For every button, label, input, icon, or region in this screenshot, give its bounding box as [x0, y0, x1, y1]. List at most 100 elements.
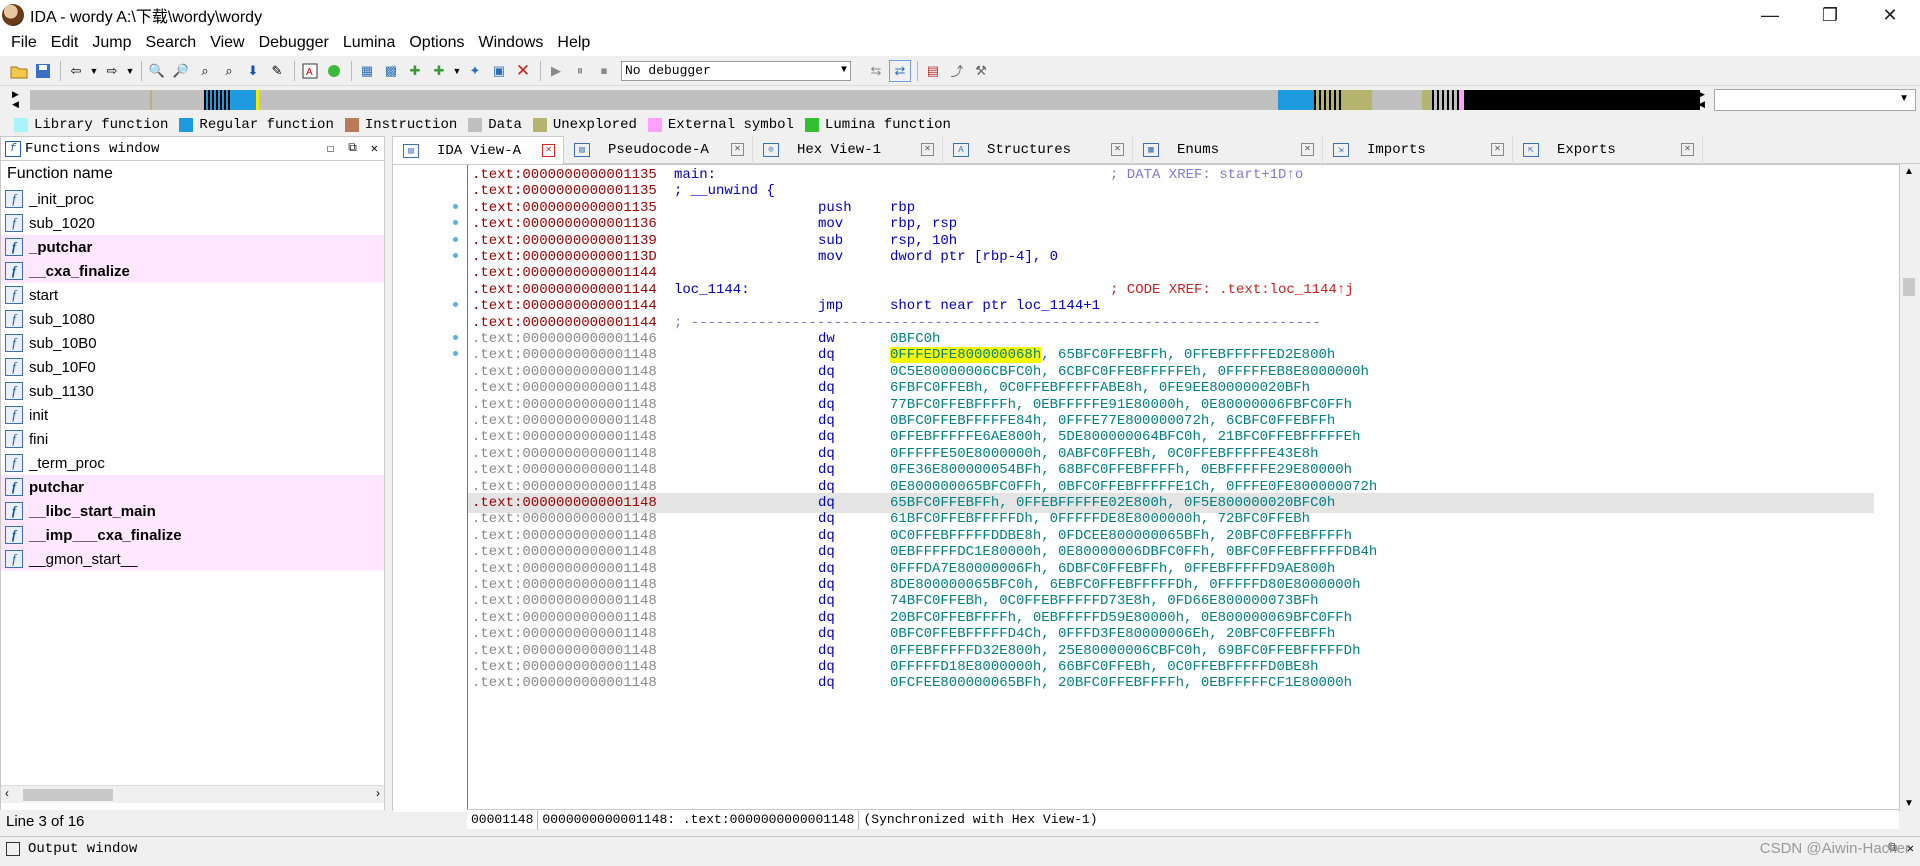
nav-strip[interactable]: [30, 90, 1700, 110]
trace-icon[interactable]: ⤴: [946, 60, 968, 82]
patch-icon[interactable]: ▣: [488, 60, 510, 82]
function-list-item[interactable]: f __imp___cxa_finalize: [1, 523, 384, 547]
tab-imports[interactable]: ⇲ Imports ✕: [1323, 136, 1513, 164]
highlighted-operand[interactable]: 0FFFEDFE800000068h: [890, 347, 1042, 363]
breakpoint-list-icon[interactable]: ▤: [922, 60, 944, 82]
back-arrow-icon[interactable]: ⇦: [65, 60, 87, 82]
open-file-icon[interactable]: [8, 60, 30, 82]
disassembly-listing[interactable]: .text:0000000000001135 main:; DATA XREF: …: [467, 165, 1874, 812]
search-binary-icon[interactable]: 🔍: [146, 60, 168, 82]
disasm-line[interactable]: .text:0000000000001148 dq 0FCFEE800000065B…: [468, 673, 1874, 693]
back-dropdown-icon[interactable]: ▼: [89, 60, 99, 82]
menu-search[interactable]: Search: [138, 34, 203, 52]
search-next-icon[interactable]: ⌕: [194, 60, 216, 82]
close-tab-icon[interactable]: ✕: [1301, 143, 1314, 156]
function-list-item[interactable]: f sub_10F0: [1, 355, 384, 379]
function-list-item[interactable]: f sub_1080: [1, 307, 384, 331]
tools-icon[interactable]: ⚒: [970, 60, 992, 82]
add-function-icon[interactable]: ✚: [404, 60, 426, 82]
function-list-item[interactable]: f _init_proc: [1, 187, 384, 211]
search-text-icon[interactable]: 🔎: [170, 60, 192, 82]
function-dropdown-icon[interactable]: ▼: [452, 60, 462, 82]
tab-hex-view-1[interactable]: ⊙ Hex View-1 ✕: [753, 136, 943, 164]
sync-icon[interactable]: ⇄: [889, 59, 911, 82]
menu-debugger[interactable]: Debugger: [252, 34, 336, 52]
edit-function-icon[interactable]: ✚: [428, 60, 450, 82]
run-green-icon[interactable]: [323, 60, 345, 82]
close-tab-icon[interactable]: ✕: [731, 143, 744, 156]
start-debugger-icon[interactable]: ▶: [545, 60, 567, 82]
vertical-scrollbar[interactable]: ▲ ▼: [1900, 164, 1918, 811]
close-tab-icon[interactable]: ✕: [921, 143, 934, 156]
minimize-button[interactable]: —: [1740, 0, 1800, 30]
scroll-right-icon[interactable]: ›: [376, 786, 380, 800]
breakpoint-dot-icon[interactable]: [453, 335, 458, 340]
nav-right-arrow-icon[interactable]: ▶ ◀: [1698, 89, 1705, 109]
breakpoint-dot-icon[interactable]: [453, 351, 458, 356]
close-panel-icon[interactable]: ✕: [371, 141, 378, 156]
nav-segment-select[interactable]: ▼: [1714, 89, 1916, 111]
function-list-item[interactable]: f _putchar: [1, 235, 384, 259]
restore-button[interactable]: ❐: [1800, 0, 1860, 30]
search-immediate-icon[interactable]: ⌕: [218, 60, 240, 82]
tab-ida-view-a[interactable]: ▤ IDA View-A ✕: [392, 136, 564, 164]
function-calls-icon[interactable]: ▩: [380, 60, 402, 82]
close-tab-icon[interactable]: ✕: [1681, 143, 1694, 156]
tab-pseudocode-a[interactable]: ▤ Pseudocode-A ✕: [564, 136, 753, 164]
mark-position-icon[interactable]: ✎: [266, 60, 288, 82]
scroll-thumb[interactable]: [1903, 278, 1915, 296]
close-tab-icon[interactable]: ✕: [1491, 143, 1504, 156]
close-tab-icon[interactable]: ✕: [1111, 143, 1124, 156]
forward-dropdown-icon[interactable]: ▼: [125, 60, 135, 82]
nav-left-arrow-icon[interactable]: ▶ ◀: [12, 89, 19, 109]
maximize-panel-icon[interactable]: ☐: [327, 141, 334, 156]
menu-lumina[interactable]: Lumina: [336, 34, 402, 52]
menu-view[interactable]: View: [203, 34, 251, 52]
function-list-item[interactable]: f fini: [1, 427, 384, 451]
function-list-item[interactable]: f sub_10B0: [1, 331, 384, 355]
function-list-item[interactable]: f sub_1020: [1, 211, 384, 235]
function-list-item[interactable]: f sub_1130: [1, 379, 384, 403]
tab-structures[interactable]: A Structures ✕: [943, 136, 1133, 164]
breakpoint-dot-icon[interactable]: [453, 302, 458, 307]
breakpoint-dot-icon[interactable]: [453, 204, 458, 209]
graph-view-icon[interactable]: ▦: [356, 60, 378, 82]
horizontal-scrollbar[interactable]: ‹ ›: [1, 785, 384, 803]
text-view-icon[interactable]: A: [299, 60, 321, 82]
menu-windows[interactable]: Windows: [471, 34, 550, 52]
pause-debugger-icon[interactable]: ⏸: [569, 60, 591, 82]
close-button[interactable]: ✕: [1860, 0, 1920, 30]
scroll-left-icon[interactable]: ‹: [5, 786, 9, 800]
function-list-item[interactable]: f init: [1, 403, 384, 427]
function-list-item[interactable]: f start: [1, 283, 384, 307]
menu-file[interactable]: File: [4, 34, 44, 52]
breakpoint-dot-icon[interactable]: [453, 237, 458, 242]
menu-options[interactable]: Options: [402, 34, 471, 52]
function-list-item[interactable]: f _term_proc: [1, 451, 384, 475]
operands[interactable]: 0FCFEE800000065BFh, 20BFC0FFEBFFFFh, 0EB…: [890, 673, 1352, 693]
float-panel-icon[interactable]: ⧉: [348, 141, 357, 156]
stop-debugger-icon[interactable]: ⏹: [593, 60, 615, 82]
scroll-up-icon[interactable]: ▲: [1904, 166, 1914, 177]
attach-process-icon[interactable]: ⇆: [865, 60, 887, 82]
menu-edit[interactable]: Edit: [44, 34, 86, 52]
scroll-thumb[interactable]: [23, 789, 113, 801]
function-list-item[interactable]: f putchar: [1, 475, 384, 499]
disassembly-view[interactable]: .text:0000000000001135 main:; DATA XREF: …: [392, 164, 1900, 812]
tab-enums[interactable]: ▦ Enums ✕: [1133, 136, 1323, 164]
function-list-item[interactable]: f __gmon_start__: [1, 547, 384, 571]
save-icon[interactable]: [32, 60, 54, 82]
function-list-item[interactable]: f __libc_start_main: [1, 499, 384, 523]
close-tab-icon[interactable]: ✕: [542, 144, 555, 157]
tab-exports[interactable]: ⇱ Exports ✕: [1513, 136, 1703, 164]
output-window[interactable]: Output window ⧉ ✕: [0, 836, 1920, 860]
breakpoint-dot-icon[interactable]: [453, 220, 458, 225]
function-list-item[interactable]: f __cxa_finalize: [1, 259, 384, 283]
scroll-down-icon[interactable]: ▼: [1904, 798, 1914, 809]
breakpoint-dot-icon[interactable]: [453, 253, 458, 258]
forward-arrow-icon[interactable]: ⇨: [101, 60, 123, 82]
delete-icon[interactable]: ✕: [512, 60, 534, 82]
function-name-column-header[interactable]: Function name: [1, 161, 384, 187]
menu-help[interactable]: Help: [550, 34, 597, 52]
jump-down-icon[interactable]: ⬇: [242, 60, 264, 82]
